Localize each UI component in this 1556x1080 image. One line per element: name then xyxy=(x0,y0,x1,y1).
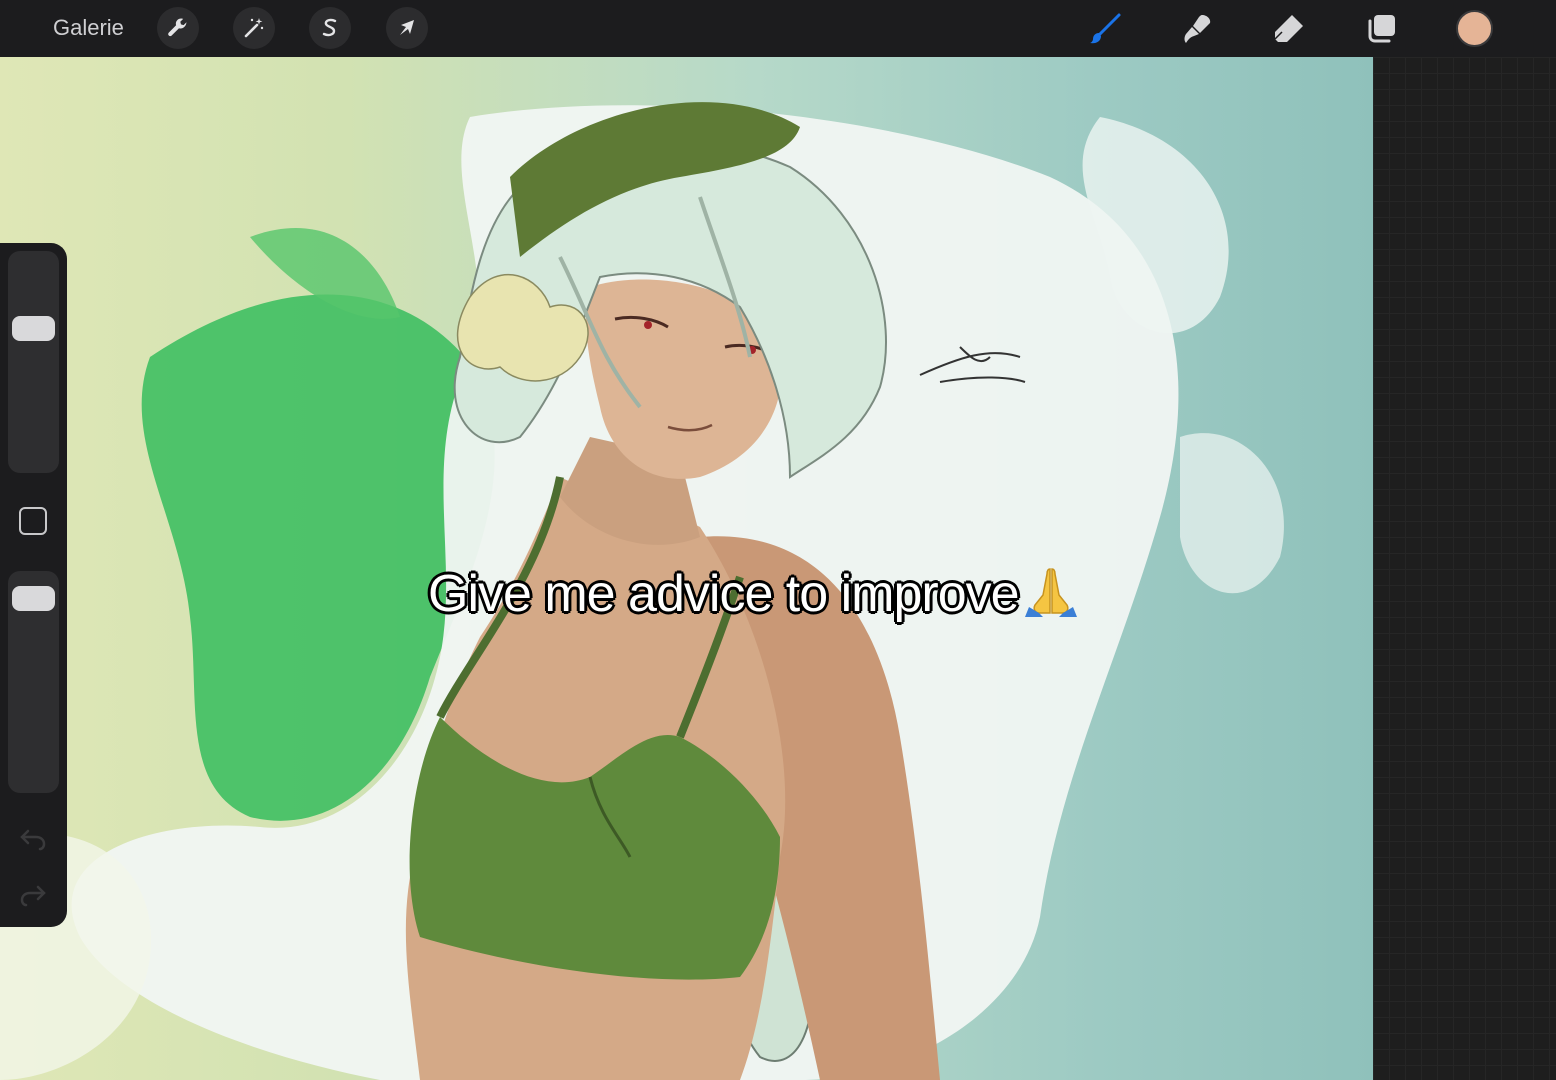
brush-icon xyxy=(1090,13,1121,44)
left-sidebar xyxy=(0,243,67,927)
transform-button[interactable] xyxy=(386,7,428,49)
redo-icon[interactable] xyxy=(18,879,48,909)
brush-size-thumb[interactable] xyxy=(12,316,55,342)
wrench-icon xyxy=(168,18,187,37)
transform-arrow-icon xyxy=(400,20,414,35)
gallery-button[interactable]: Galerie xyxy=(53,15,124,41)
caption-label: Give me advice to improve xyxy=(428,565,1020,623)
color-picker-swatch[interactable] xyxy=(1456,10,1493,47)
workspace-background xyxy=(1373,57,1556,1080)
opacity-thumb[interactable] xyxy=(12,586,55,612)
eraser-tool-button[interactable] xyxy=(1270,10,1308,48)
layers-button[interactable] xyxy=(1362,10,1400,48)
caption-text: Give me advice to improve xyxy=(428,564,1079,630)
layers-icon xyxy=(1368,15,1395,43)
smudge-icon xyxy=(1184,15,1211,43)
undo-icon[interactable] xyxy=(18,823,48,853)
actions-wrench-button[interactable] xyxy=(157,7,199,49)
praying-hands-icon xyxy=(1023,565,1079,630)
brush-tool-button[interactable] xyxy=(1086,10,1124,48)
magic-wand-icon xyxy=(244,18,264,38)
selection-button[interactable] xyxy=(309,7,351,49)
brush-size-slider[interactable] xyxy=(8,251,59,473)
smudge-tool-button[interactable] xyxy=(1178,10,1216,48)
eraser-icon xyxy=(1274,15,1303,42)
top-toolbar: Galerie xyxy=(0,0,1556,57)
square-modify-icon[interactable] xyxy=(19,507,47,535)
selection-s-icon xyxy=(322,18,337,37)
adjustments-wand-button[interactable] xyxy=(233,7,275,49)
drawing-canvas[interactable]: Give me advice to improve xyxy=(0,57,1373,1080)
